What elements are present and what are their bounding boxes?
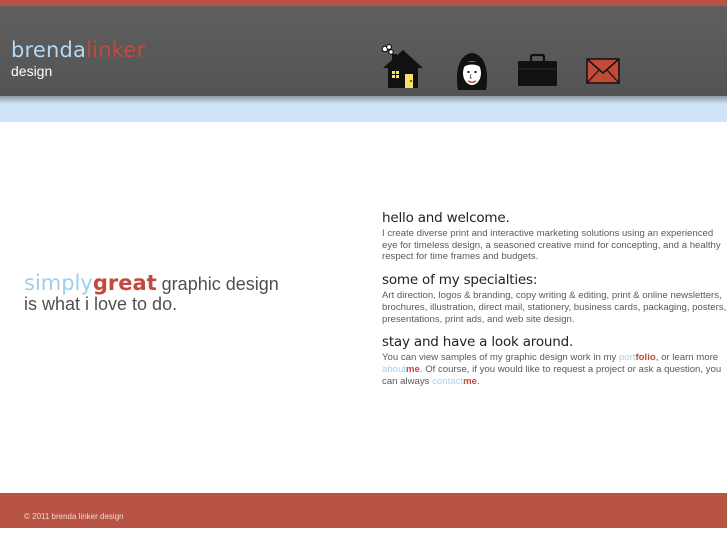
intro-content: hello and welcome. I create diverse prin… [382,210,727,396]
lookaround-text-1: You can view samples of my graphic desig… [382,352,619,364]
briefcase-icon [518,53,557,86]
portfolio-link-part1: port [618,352,636,364]
specialties-body: Art direction, logos & branding, copy wr… [382,290,727,325]
header-shadow [0,96,727,104]
about-link[interactable]: aboutme [382,364,420,375]
main-nav [380,44,630,92]
envelope-icon [586,58,620,84]
logo-last-name: linker [86,38,146,62]
about-link-part1: about [382,363,407,375]
footer-copyright: © 2011 brenda linker design [24,512,124,521]
site-logo[interactable]: brendalinker design [11,40,145,79]
portfolio-link-part2: folio [635,352,656,364]
lookaround-text-4: . [476,375,480,387]
contact-link-part2: me [463,375,477,387]
tagline-line1: simplygreat graphic design [24,271,279,295]
about-link-part2: me [406,363,420,375]
tagline-line2: is what i love to do. [24,294,178,315]
nav-contact-link[interactable] [586,58,620,84]
logo-first-name: brenda [11,38,87,62]
contact-link[interactable]: contactme [432,376,477,387]
nav-home-link[interactable] [380,44,426,90]
blue-band [0,104,727,122]
house-icon [381,44,423,88]
logo-subtitle: design [11,63,53,79]
tagline-rest: graphic design [156,274,279,294]
tagline-simply: simply [24,271,93,295]
specialties-heading: some of my specialties: [382,272,538,289]
portrait-icon [456,53,488,90]
lookaround-text-2: , or learn more [655,352,719,364]
site-header: brendalinker design [0,6,727,96]
nav-about-link[interactable] [452,50,492,90]
site-footer: © 2011 brenda linker design [0,493,727,528]
lookaround-heading: stay and have a look around. [382,334,574,351]
portfolio-link[interactable]: portfolio [619,352,656,363]
lookaround-body: You can view samples of my graphic desig… [382,352,727,387]
tagline-great: great [92,271,157,295]
welcome-heading: hello and welcome. [382,210,510,226]
logo-wordmark: brendalinker [11,40,145,61]
nav-portfolio-link[interactable] [517,53,558,87]
tagline: simplygreat graphic design is what i lov… [24,271,279,315]
welcome-body: I create diverse print and interactive m… [382,228,721,263]
contact-link-part1: contact [432,375,464,387]
